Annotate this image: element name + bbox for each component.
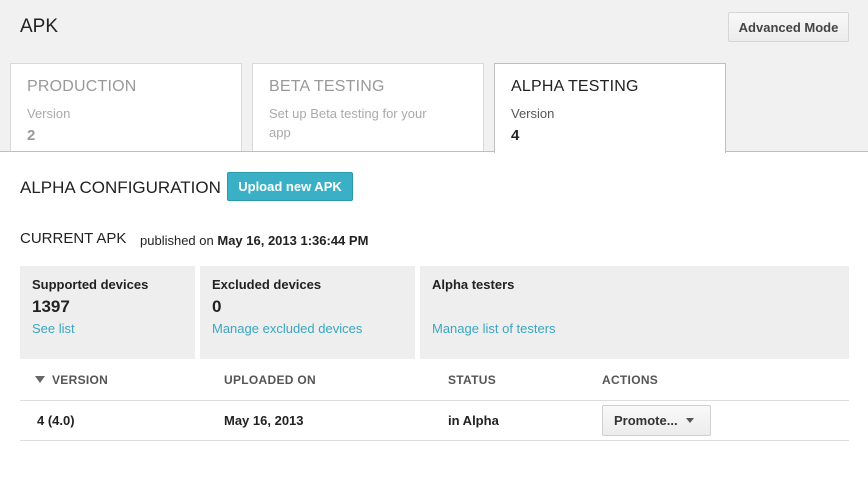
tab-production[interactable]: PRODUCTION Version 2: [10, 63, 242, 152]
page-title: APK: [20, 16, 59, 37]
column-header-status: STATUS: [448, 373, 497, 387]
card-value: [432, 297, 837, 317]
tab-version-number: 2: [27, 127, 36, 144]
cell-uploaded-on: May 16, 2013: [224, 413, 304, 428]
table-divider: [20, 400, 849, 401]
tab-title: ALPHA TESTING: [511, 78, 639, 95]
column-header-label: VERSION: [52, 373, 109, 387]
card-label: Supported devices: [32, 277, 149, 292]
chevron-down-icon: [685, 418, 694, 423]
column-header-version[interactable]: VERSION: [35, 373, 108, 387]
current-apk-heading: CURRENT APK: [20, 230, 127, 247]
config-title: ALPHA CONFIGURATION: [20, 178, 221, 197]
manage-excluded-devices-link[interactable]: Manage excluded devices: [212, 321, 403, 336]
column-header-actions: ACTIONS: [602, 373, 659, 387]
alpha-testers-card: Alpha testers Manage list of testers: [420, 266, 849, 359]
published-date: May 16, 2013 1:36:44 PM: [217, 233, 369, 248]
tab-subtitle: Version: [511, 106, 555, 121]
advanced-mode-button[interactable]: Advanced Mode: [728, 12, 849, 42]
upload-apk-button[interactable]: Upload new APK: [227, 172, 353, 201]
card-value: 1397: [32, 297, 70, 316]
card-value: 0: [212, 297, 222, 316]
tab-subtitle: Set up Beta testing for your app: [269, 106, 427, 140]
cell-status: in Alpha: [448, 413, 499, 428]
tab-title: BETA TESTING: [269, 78, 385, 95]
see-list-link[interactable]: See list: [32, 321, 183, 336]
tab-title: PRODUCTION: [27, 78, 137, 95]
column-header-uploaded-on: UPLOADED ON: [224, 373, 316, 387]
tab-alpha-testing[interactable]: ALPHA TESTING Version 4: [494, 63, 726, 153]
supported-devices-card: Supported devices 1397 See list: [20, 266, 195, 359]
promote-label: Promote...: [614, 413, 678, 428]
tab-subtitle: Version: [27, 106, 71, 121]
tab-beta-testing[interactable]: BETA TESTING Set up Beta testing for you…: [252, 63, 484, 152]
manage-testers-link[interactable]: Manage list of testers: [432, 321, 837, 336]
excluded-devices-card: Excluded devices 0 Manage excluded devic…: [200, 266, 415, 359]
published-prefix: published on: [140, 233, 214, 248]
sort-descending-icon: [35, 376, 45, 383]
tab-divider: [0, 151, 868, 152]
published-info: published on May 16, 2013 1:36:44 PM: [140, 233, 368, 248]
promote-dropdown-button[interactable]: Promote...: [602, 405, 711, 436]
cell-version: 4 (4.0): [37, 413, 75, 428]
card-label: Alpha testers: [432, 277, 515, 292]
table-divider: [20, 440, 849, 441]
tab-version-number: 4: [511, 127, 520, 144]
card-label: Excluded devices: [212, 277, 322, 292]
